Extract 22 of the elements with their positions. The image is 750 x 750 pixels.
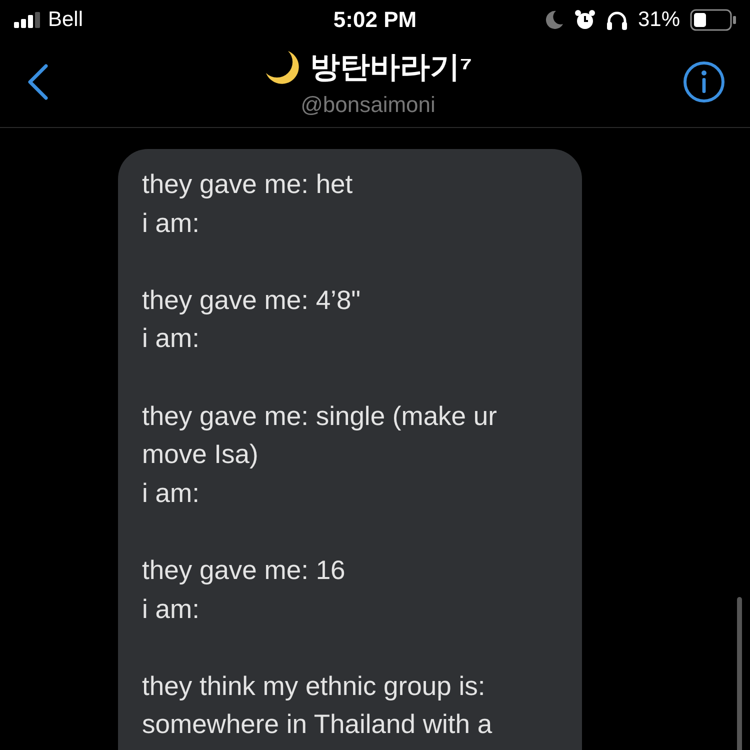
message-text: i am:: [142, 476, 200, 510]
user-handle: @bonsaimoni: [300, 92, 436, 118]
message-text: i am:: [142, 592, 200, 626]
message-text: they gave me: 16: [142, 554, 346, 587]
message-text: they think my ethnic group is:: [142, 670, 486, 703]
message-text: i am:: [142, 206, 200, 240]
alarm-clock-icon: [574, 9, 596, 31]
message-text: somewhere in Thailand with a: [142, 708, 494, 742]
signal-icon: [14, 12, 40, 28]
message-text: i am:: [142, 322, 200, 356]
message-text: they gave me: single (make ur: [142, 400, 498, 433]
battery-icon: [690, 9, 736, 31]
battery-percentage: 31%: [638, 8, 680, 32]
clock-time: 5:02 PM: [333, 7, 417, 32]
moon-icon: [544, 10, 564, 30]
headphones-icon: [606, 10, 628, 30]
message-text: they gave me: 4’8": [142, 284, 362, 317]
message-text: they gave me: het: [142, 168, 354, 201]
chat-title: 방탄바라기⁷: [310, 50, 472, 86]
crescent-moon-icon: [264, 48, 302, 86]
carrier-name: Bell: [48, 8, 84, 32]
message-text: move Isa): [142, 438, 260, 472]
